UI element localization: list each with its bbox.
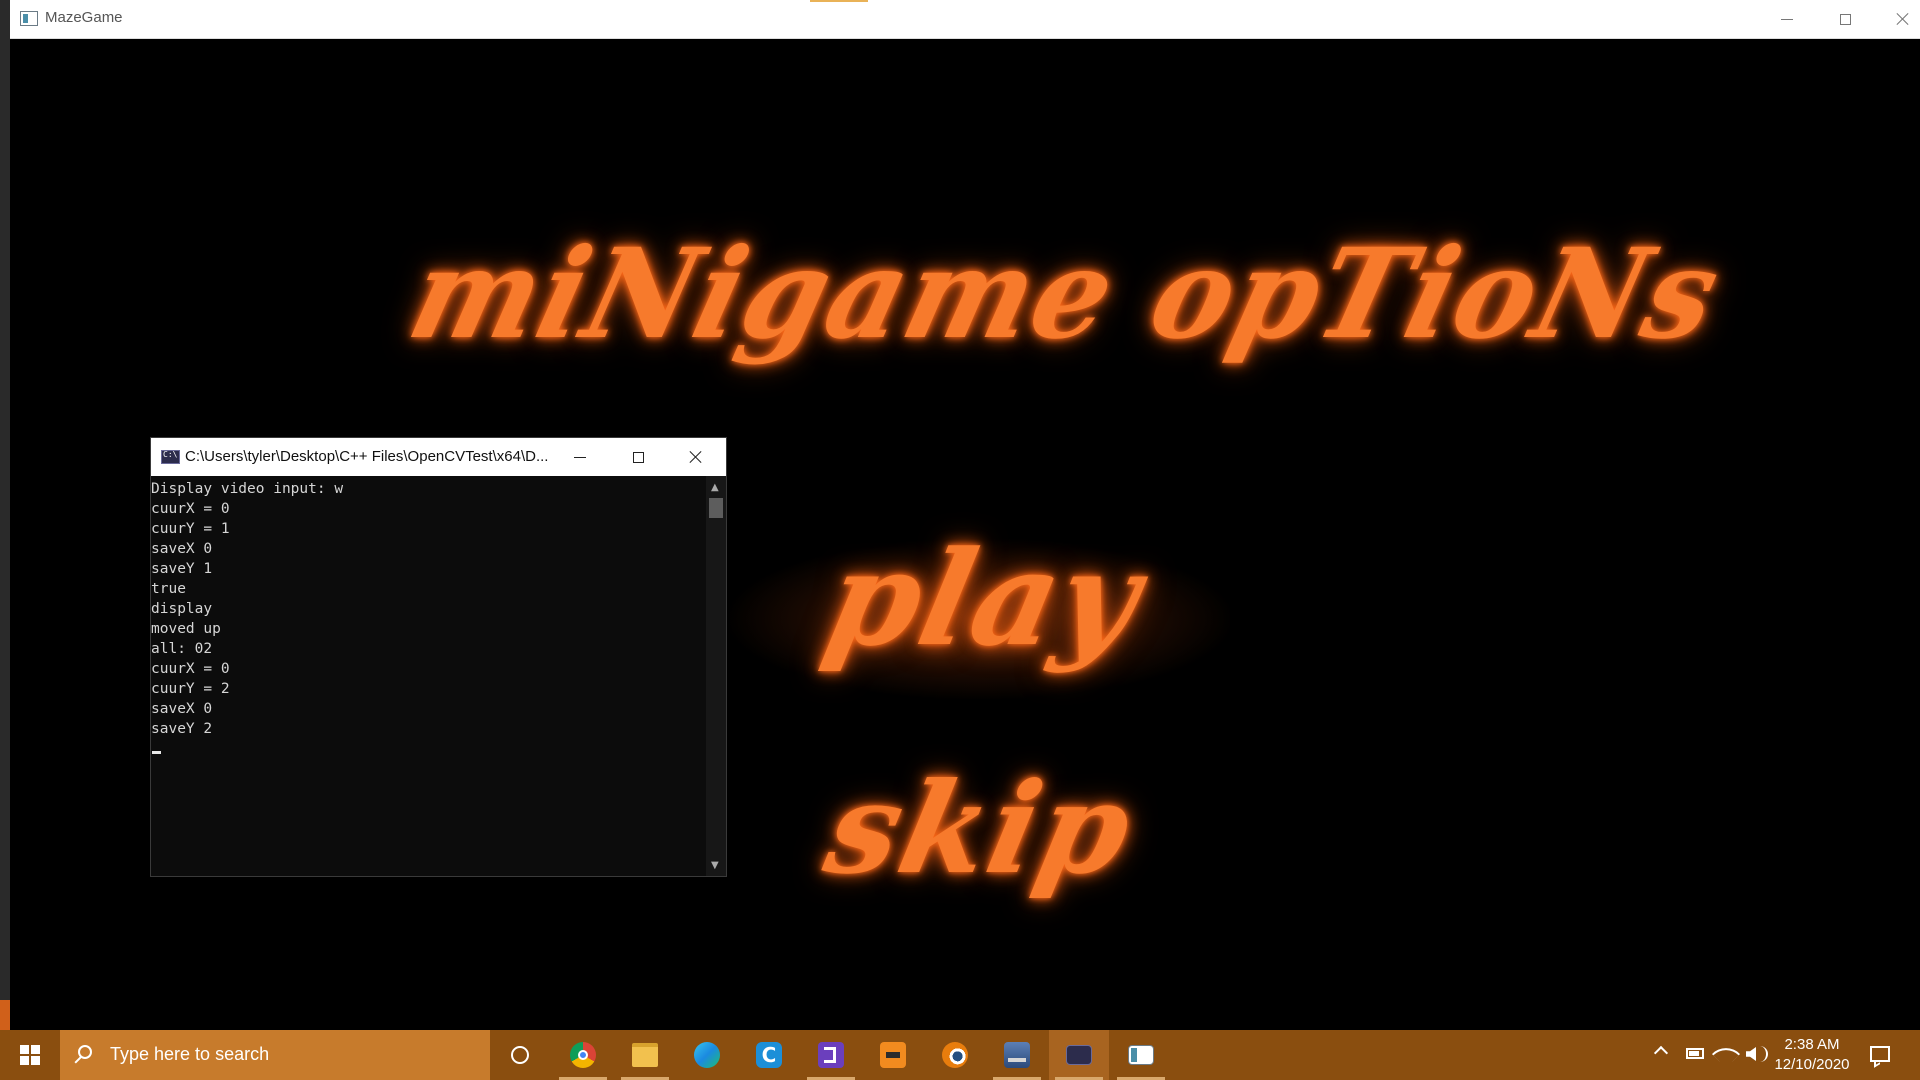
maximize-button[interactable] [1816, 0, 1874, 38]
text-cursor [152, 751, 161, 754]
console-titlebar[interactable]: C:\Users\tyler\Desktop\C++ Files\OpenCVT… [151, 438, 726, 476]
console-line: cuurX = 0 [151, 501, 230, 517]
minigame-options-heading: miNigame opTioNs [396, 220, 1735, 367]
window-title: MazeGame [45, 9, 123, 26]
clock-date: 12/10/2020 [1774, 1056, 1850, 1073]
minimize-icon [574, 456, 586, 458]
battery-icon[interactable] [1686, 1048, 1704, 1059]
c-app-icon: C [756, 1042, 782, 1068]
chrome-icon [570, 1042, 596, 1068]
sublime-icon [880, 1042, 906, 1068]
taskbar-file-explorer[interactable] [615, 1030, 675, 1080]
maze-game-app-icon [20, 11, 38, 26]
console-line: saveX 0 [151, 701, 213, 717]
taskbar-blender[interactable] [925, 1030, 985, 1080]
volume-icon[interactable] [1746, 1047, 1756, 1061]
scroll-up-arrow-icon[interactable]: ▲ [711, 482, 721, 493]
start-button[interactable] [0, 1030, 60, 1080]
taskbar-c-app[interactable]: C [739, 1030, 799, 1080]
mazegame-icon [1128, 1045, 1154, 1065]
console-line: saveY 2 [151, 721, 213, 737]
show-hidden-icons-chevron-icon[interactable] [1653, 1045, 1669, 1061]
taskbar-clock[interactable]: 2:38 AM 12/10/2020 [1772, 1035, 1852, 1075]
skip-button[interactable]: skip [811, 739, 1149, 919]
search-placeholder: Type here to search [110, 1044, 270, 1064]
console-output[interactable]: Display video input: w cuurX = 0 cuurY =… [151, 476, 706, 879]
windows-logo-icon [20, 1045, 40, 1065]
console-scrollbar[interactable]: ▲ ▼ [706, 476, 726, 876]
minimize-button[interactable] [1758, 0, 1816, 38]
console-line: moved up [151, 621, 221, 637]
console-maximize-button[interactable] [609, 438, 667, 476]
desktop-edge-accent [0, 1000, 10, 1030]
console-line: Display video input: w [151, 481, 344, 497]
play-button[interactable]: play [811, 509, 1155, 689]
taskbar: Type here to search C 2:38 AM 12/10/2020 [0, 1030, 1920, 1080]
taskbar-sublime[interactable] [863, 1030, 923, 1080]
console-icon [1066, 1045, 1092, 1065]
maximize-icon [632, 451, 644, 463]
blender-icon [942, 1042, 968, 1068]
console-line: saveY 1 [151, 561, 213, 577]
network-app-icon [1004, 1042, 1030, 1068]
console-minimize-button[interactable] [551, 438, 609, 476]
wifi-icon[interactable] [1711, 1039, 1741, 1069]
scroll-down-arrow-icon[interactable]: ▼ [711, 860, 721, 871]
taskbar-console[interactable] [1049, 1030, 1109, 1080]
close-icon [1896, 12, 1910, 26]
cortana-button[interactable] [490, 1030, 550, 1080]
taskbar-visual-studio[interactable] [801, 1030, 861, 1080]
console-title: C:\Users\tyler\Desktop\C++ Files\OpenCVT… [185, 448, 549, 465]
close-icon [689, 450, 703, 464]
scroll-thumb[interactable] [709, 498, 723, 518]
console-line: true [151, 581, 186, 597]
console-line: cuurY = 1 [151, 521, 230, 537]
notifications-icon[interactable] [1870, 1046, 1890, 1062]
clock-time: 2:38 AM [1784, 1036, 1840, 1053]
console-line: cuurY = 2 [151, 681, 230, 697]
console-line: all: 02 [151, 641, 213, 657]
file-explorer-icon [632, 1043, 658, 1067]
titlebar-accent [810, 0, 868, 2]
console-app-icon [161, 450, 180, 464]
taskbar-chrome[interactable] [553, 1030, 613, 1080]
minimize-icon [1781, 18, 1793, 20]
console-window[interactable]: C:\Users\tyler\Desktop\C++ Files\OpenCVT… [150, 437, 727, 877]
cortana-icon [511, 1046, 529, 1064]
search-icon [78, 1045, 92, 1059]
console-close-button[interactable] [667, 438, 725, 476]
taskbar-mazegame[interactable] [1111, 1030, 1171, 1080]
taskbar-search-box[interactable]: Type here to search [60, 1030, 490, 1080]
console-line: display [151, 601, 213, 617]
visual-studio-icon [818, 1042, 844, 1068]
main-titlebar[interactable]: MazeGame [10, 0, 1920, 39]
desktop-edge [0, 0, 10, 1030]
edge-icon [694, 1042, 720, 1068]
taskbar-network-app[interactable] [987, 1030, 1047, 1080]
console-line: cuurX = 0 [151, 661, 230, 677]
close-button[interactable] [1874, 0, 1920, 38]
taskbar-edge[interactable] [677, 1030, 737, 1080]
console-line: saveX 0 [151, 541, 213, 557]
maximize-icon [1839, 13, 1851, 25]
volume-waves-icon [1758, 1046, 1768, 1062]
